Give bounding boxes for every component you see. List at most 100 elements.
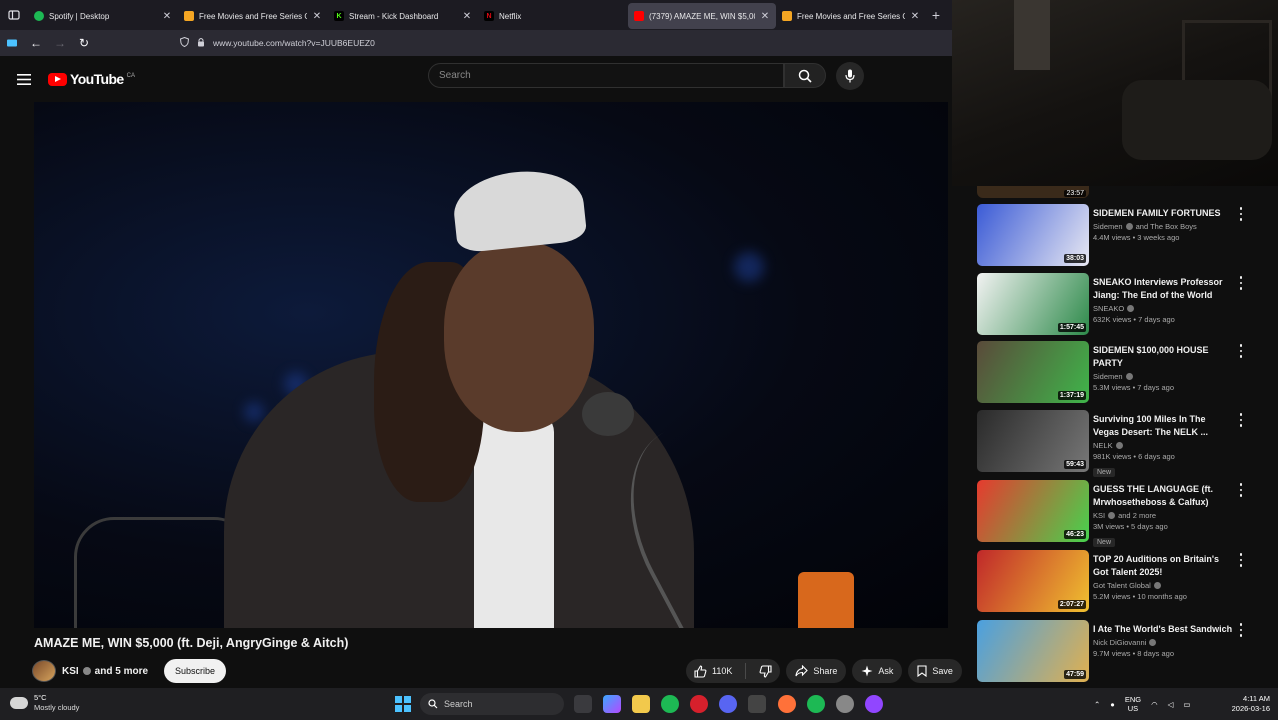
recommended-video[interactable]: 2:07:27 TOP 20 Auditions on Britain's Got… bbox=[977, 550, 1257, 612]
video-thumbnail[interactable]: 2:07:27 bbox=[977, 550, 1089, 612]
microphone-icon[interactable]: ● bbox=[1110, 700, 1115, 709]
more-options-icon[interactable] bbox=[1235, 275, 1247, 291]
opera-icon[interactable] bbox=[690, 695, 708, 713]
chevron-up-icon[interactable]: ⌃ bbox=[1094, 700, 1100, 709]
tab-close-icon[interactable]: ✕ bbox=[162, 11, 172, 22]
video-player[interactable] bbox=[34, 102, 948, 628]
volume-icon[interactable]: ◁ bbox=[1168, 700, 1174, 709]
channel-avatar[interactable] bbox=[32, 660, 56, 682]
spotify-icon[interactable] bbox=[661, 695, 679, 713]
browser-tab[interactable]: Spotify | Desktop ✕ bbox=[28, 3, 178, 29]
search-input[interactable]: Search bbox=[428, 63, 784, 88]
language-indicator[interactable]: ENG US bbox=[1125, 695, 1141, 713]
more-options-icon[interactable] bbox=[1235, 482, 1247, 498]
video-channel[interactable]: Sidemen and The Box Boys bbox=[1093, 222, 1233, 231]
video-channel[interactable]: KSI and 2 more bbox=[1093, 511, 1233, 520]
battery-icon[interactable]: ▭ bbox=[1183, 700, 1190, 709]
subscribe-button[interactable]: Subscribe bbox=[164, 659, 227, 683]
taskbar-search-label: Search bbox=[444, 699, 473, 709]
steam-icon[interactable] bbox=[836, 695, 854, 713]
reload-icon[interactable]: ↻ bbox=[72, 32, 96, 54]
new-tab-icon[interactable]: + bbox=[926, 7, 946, 23]
video-title[interactable]: SIDEMEN $100,000 HOUSE PARTY bbox=[1093, 344, 1233, 370]
video-channel[interactable]: SNEAKO bbox=[1093, 304, 1233, 313]
more-options-icon[interactable] bbox=[1235, 412, 1247, 428]
recommended-video[interactable]: 38:03 SIDEMEN FAMILY FORTUNES Sidemen and T… bbox=[977, 204, 1257, 266]
youtube-logo[interactable]: YouTube CA bbox=[48, 71, 135, 87]
channel-name[interactable]: KSI bbox=[62, 666, 79, 677]
lock-icon[interactable] bbox=[197, 37, 205, 49]
more-options-icon[interactable] bbox=[1235, 206, 1247, 222]
browser-tab-active[interactable]: (7379) AMAZE ME, WIN $5,000 ✕ bbox=[628, 3, 776, 29]
recommended-video[interactable]: 59:43 Surviving 100 Miles In The Vegas De… bbox=[977, 410, 1257, 477]
forward-arrow-icon[interactable]: → bbox=[48, 32, 72, 54]
more-options-icon[interactable] bbox=[1235, 343, 1247, 359]
like-button[interactable]: 110K bbox=[686, 659, 740, 683]
back-arrow-icon[interactable]: ← bbox=[24, 32, 48, 54]
file-explorer-icon[interactable] bbox=[632, 695, 650, 713]
share-button[interactable]: Share bbox=[786, 659, 847, 683]
browser-tab[interactable]: N Netflix bbox=[478, 3, 628, 29]
tab-close-icon[interactable]: ✕ bbox=[462, 11, 472, 22]
search-button[interactable] bbox=[784, 63, 826, 88]
language-code: ENG bbox=[1124, 695, 1142, 704]
new-badge: New bbox=[1093, 468, 1116, 477]
wifi-icon[interactable]: ◠ bbox=[1151, 700, 1158, 709]
video-channel[interactable]: Nick DiGiovanni bbox=[1093, 638, 1233, 647]
recommended-video[interactable]: 46:23 GUESS THE LANGUAGE (ft. Mrwhosetheb… bbox=[977, 480, 1257, 547]
video-title[interactable]: Surviving 100 Miles In The Vegas Desert:… bbox=[1093, 413, 1233, 439]
recommended-video[interactable]: 1:37:19 SIDEMEN $100,000 HOUSE PARTY Sidem… bbox=[977, 341, 1257, 403]
video-channel[interactable]: Got Talent Global bbox=[1093, 581, 1233, 590]
weather-widget[interactable]: 5°C Mostly cloudy bbox=[10, 693, 79, 713]
firefox-icon[interactable] bbox=[778, 695, 796, 713]
save-button[interactable]: Save bbox=[908, 659, 962, 683]
video-thumbnail[interactable]: 46:23 bbox=[977, 480, 1089, 542]
video-thumbnail[interactable]: 59:43 bbox=[977, 410, 1089, 472]
obs-icon[interactable] bbox=[865, 695, 883, 713]
sidebar-toggle-icon[interactable] bbox=[0, 0, 28, 30]
task-view-icon[interactable] bbox=[574, 695, 592, 713]
taskbar-clock[interactable]: 4:11 AM 2026-03-16 bbox=[1200, 694, 1270, 714]
app-icon[interactable] bbox=[748, 695, 766, 713]
more-options-icon[interactable] bbox=[1235, 622, 1247, 638]
browser-tab[interactable]: Free Movies and Free Series Or ✕ bbox=[178, 3, 328, 29]
video-info: SNEAKO Interviews Professor Jiang: The E… bbox=[1093, 276, 1233, 324]
video-title[interactable]: TOP 20 Auditions on Britain's Got Talent… bbox=[1093, 553, 1233, 579]
windows-start-icon[interactable] bbox=[395, 696, 411, 712]
recommended-video[interactable]: 47:59 I Ate The World's Best Sandwich Nick… bbox=[977, 620, 1257, 682]
taskbar-search[interactable]: Search bbox=[420, 693, 564, 715]
browser-tab[interactable]: Free Movies and Free Series Or ✕ bbox=[776, 3, 926, 29]
video-title[interactable]: I Ate The World's Best Sandwich bbox=[1093, 623, 1233, 636]
video-channel[interactable]: NELK bbox=[1093, 441, 1233, 450]
spotify-icon[interactable] bbox=[807, 695, 825, 713]
video-meta: 981K views • 6 days ago bbox=[1093, 452, 1175, 461]
url-bar[interactable]: www.youtube.com/watch?v=JUUB6EUEZ0 bbox=[176, 32, 936, 54]
copilot-icon[interactable] bbox=[603, 695, 621, 713]
previous-video-thumbnail[interactable]: 23:57 bbox=[977, 186, 1089, 198]
hamburger-menu-icon[interactable] bbox=[0, 73, 48, 85]
ask-button[interactable]: Ask bbox=[852, 659, 903, 683]
video-title[interactable]: SNEAKO Interviews Professor Jiang: The E… bbox=[1093, 276, 1233, 302]
tab-close-icon[interactable]: ✕ bbox=[312, 11, 322, 22]
video-thumbnail[interactable]: 1:37:19 bbox=[977, 341, 1089, 403]
collaborators-link[interactable]: and 5 more bbox=[95, 666, 148, 677]
video-thumbnail[interactable]: 1:57:45 bbox=[977, 273, 1089, 335]
video-title[interactable]: GUESS THE LANGUAGE (ft. Mrwhosetheboss &… bbox=[1093, 483, 1233, 509]
url-text[interactable]: www.youtube.com/watch?v=JUUB6EUEZ0 bbox=[213, 38, 375, 48]
spotify-favicon-icon bbox=[34, 11, 44, 21]
recommended-video[interactable]: 1:57:45 SNEAKO Interviews Professor Jiang… bbox=[977, 273, 1257, 335]
screen-share-icon[interactable] bbox=[0, 32, 24, 54]
dislike-button[interactable] bbox=[751, 659, 780, 683]
video-thumbnail[interactable]: 47:59 bbox=[977, 620, 1089, 682]
bookmark-icon bbox=[917, 665, 927, 677]
voice-search-button[interactable] bbox=[836, 62, 864, 90]
video-channel[interactable]: Sidemen bbox=[1093, 372, 1233, 381]
shield-icon[interactable] bbox=[179, 36, 190, 49]
browser-tab[interactable]: K Stream - Kick Dashboard ✕ bbox=[328, 3, 478, 29]
video-title[interactable]: SIDEMEN FAMILY FORTUNES bbox=[1093, 207, 1233, 220]
more-options-icon[interactable] bbox=[1235, 552, 1247, 568]
tab-close-icon[interactable]: ✕ bbox=[760, 11, 770, 22]
video-thumbnail[interactable]: 38:03 bbox=[977, 204, 1089, 266]
discord-icon[interactable] bbox=[719, 695, 737, 713]
tab-close-icon[interactable]: ✕ bbox=[910, 11, 920, 22]
